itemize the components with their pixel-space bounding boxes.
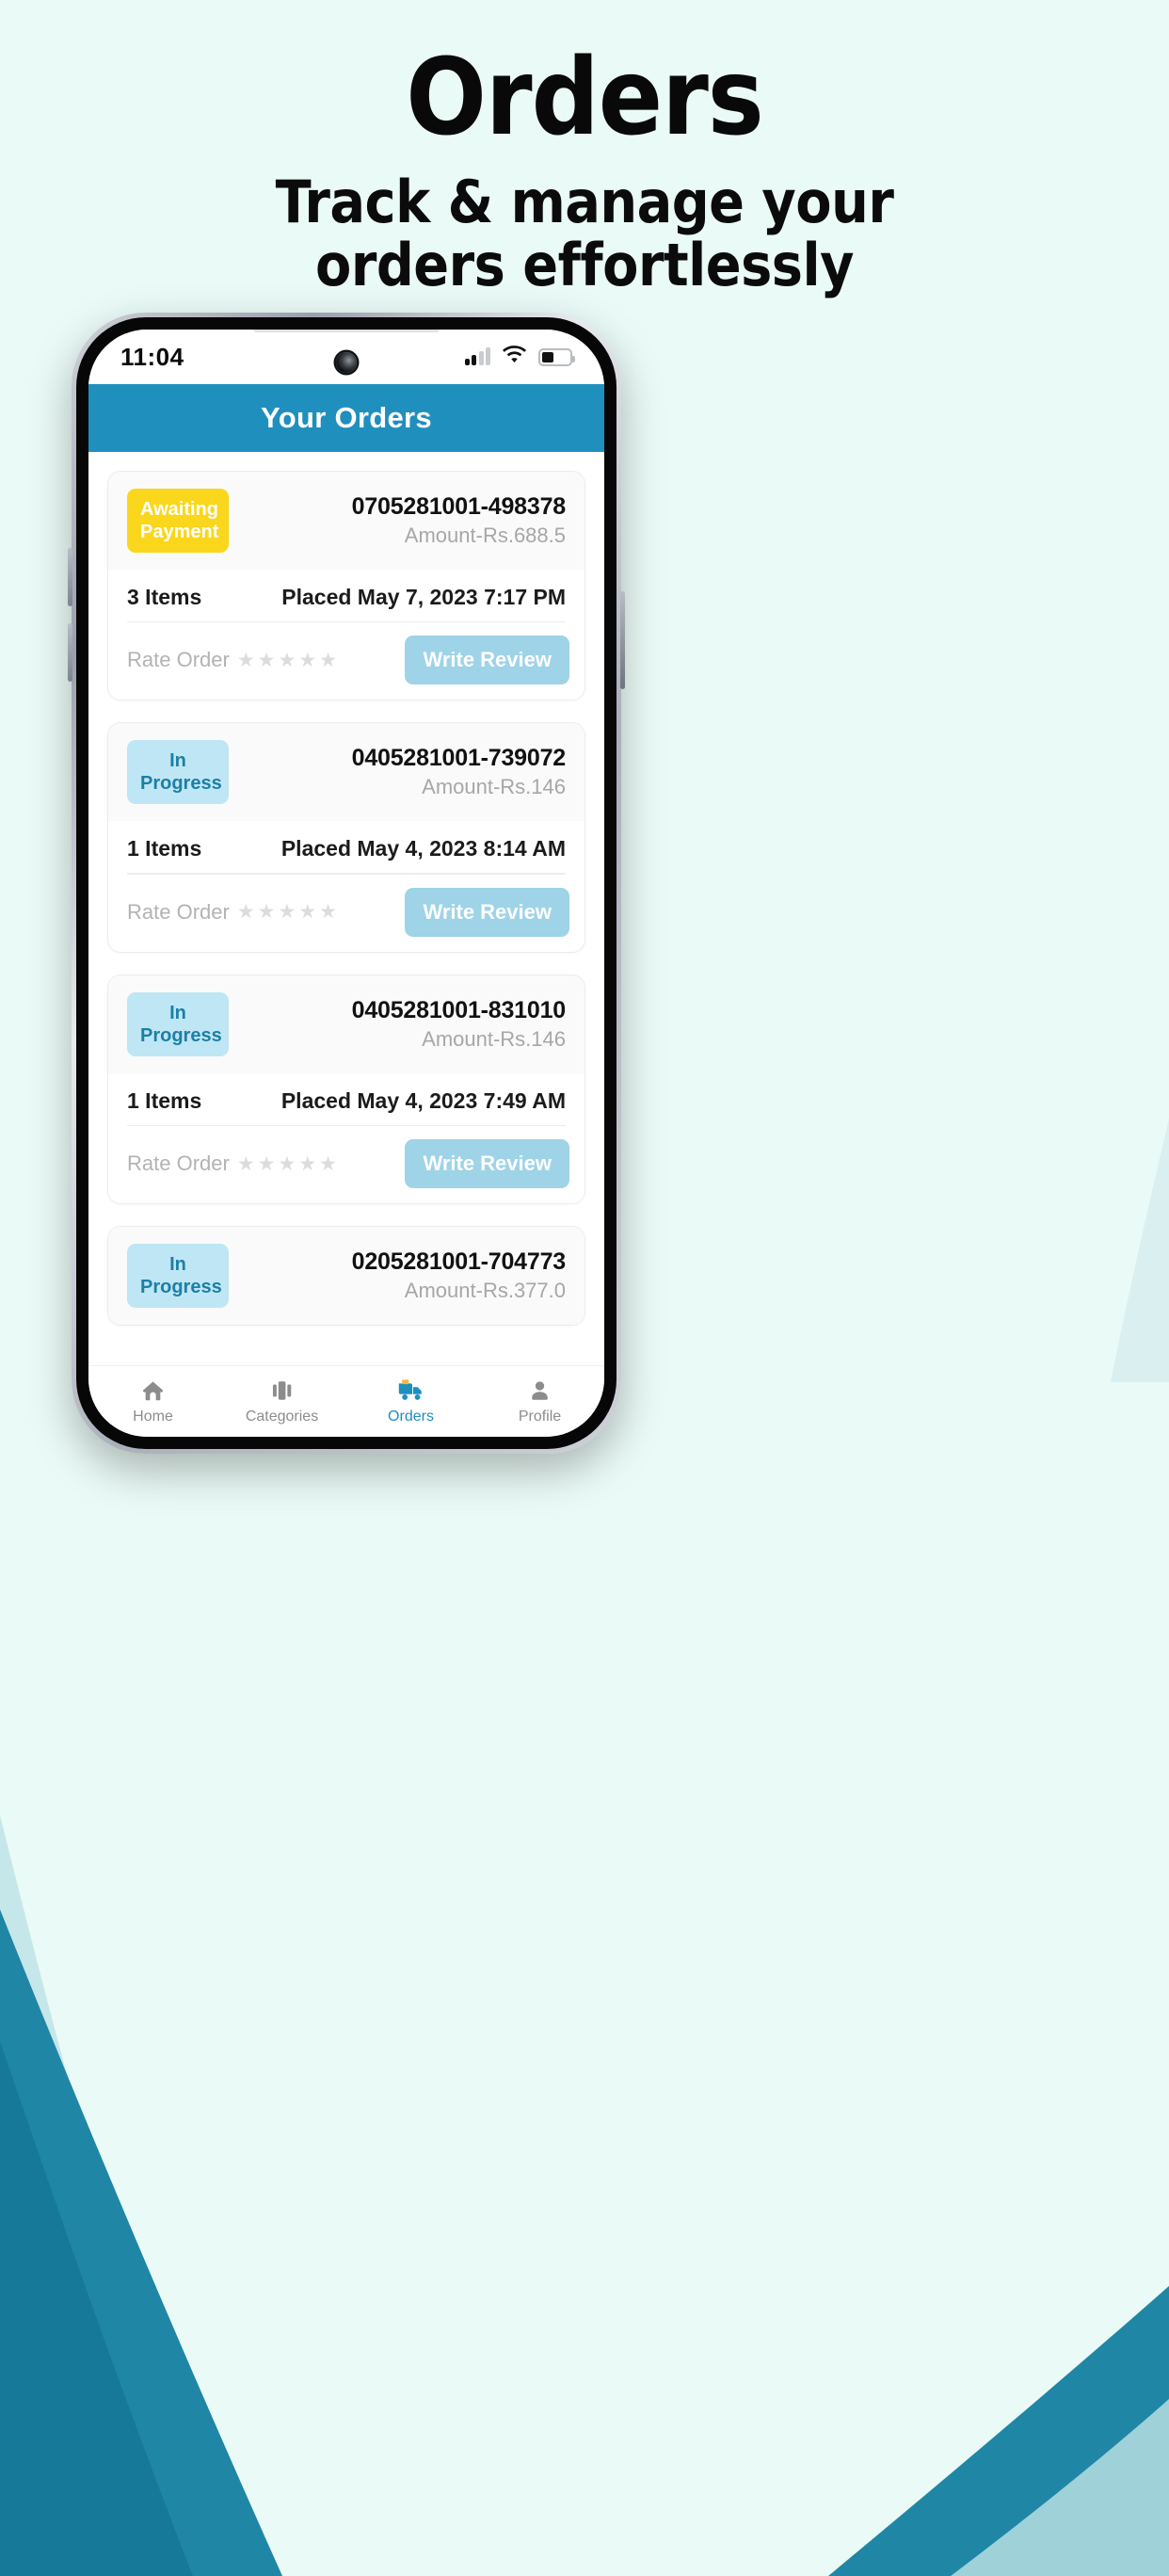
order-item-count: 1 Items bbox=[127, 1087, 202, 1113]
order-card-actions: Rate Order ★ ★ ★ ★ ★ Write Review bbox=[108, 875, 584, 952]
nav-item-home[interactable]: Home bbox=[88, 1377, 217, 1425]
nav-item-profile[interactable]: Profile bbox=[475, 1377, 604, 1425]
order-card-header: Awaiting Payment 0705281001-498378 Amount… bbox=[108, 472, 584, 570]
order-placed-date: Placed May 4, 2023 7:49 AM bbox=[280, 1087, 566, 1113]
promo-subtitle-line1: Track & manage your bbox=[275, 168, 894, 236]
phone-screen: 11:04 Your Orders Awaiting Payment 07052… bbox=[88, 330, 604, 1437]
rating-star[interactable]: ★ bbox=[298, 651, 316, 670]
order-number: 0405281001-831010 bbox=[351, 996, 567, 1023]
order-card[interactable]: Awaiting Payment 0705281001-498378 Amount… bbox=[107, 471, 585, 701]
order-item-count: 3 Items bbox=[127, 585, 202, 609]
rating-star[interactable]: ★ bbox=[298, 1154, 316, 1174]
categories-icon bbox=[269, 1377, 295, 1404]
status-badge: In Progress bbox=[127, 1244, 229, 1309]
order-card[interactable]: In Progress 0405281001-739072 Amount-Rs.… bbox=[107, 722, 585, 953]
order-card-meta: 3 Items Placed May 7, 2023 7:17 PM bbox=[108, 570, 584, 621]
order-placed-date: Placed May 7, 2023 7:17 PM bbox=[281, 585, 566, 609]
battery-icon bbox=[538, 347, 575, 366]
wifi-icon bbox=[503, 346, 526, 368]
rating-stars[interactable]: ★ ★ ★ ★ ★ bbox=[237, 651, 337, 670]
rate-order-label: Rate Order bbox=[127, 899, 230, 924]
order-amount: Amount-Rs.377.0 bbox=[404, 1279, 566, 1303]
status-bar-icons bbox=[464, 346, 575, 368]
earpiece-speaker bbox=[253, 330, 440, 332]
status-bar-time: 11:04 bbox=[120, 342, 184, 371]
page-title: Orders bbox=[406, 37, 764, 159]
status-badge: Awaiting Payment bbox=[127, 489, 229, 553]
nav-label-home: Home bbox=[133, 1409, 173, 1425]
rating-star[interactable]: ★ bbox=[278, 651, 296, 670]
bottom-navigation: Home Categories Orders Profile bbox=[88, 1365, 604, 1437]
signal-bars-icon bbox=[464, 347, 490, 365]
order-identity: 0405281001-739072 Amount-Rs.146 bbox=[351, 745, 567, 799]
status-bar: 11:04 bbox=[88, 330, 604, 384]
rating-star[interactable]: ★ bbox=[298, 902, 316, 922]
nav-item-categories[interactable]: Categories bbox=[217, 1377, 346, 1425]
orders-list[interactable]: Awaiting Payment 0705281001-498378 Amount… bbox=[88, 452, 604, 1365]
order-amount: Amount-Rs.146 bbox=[422, 775, 566, 799]
rating-stars[interactable]: ★ ★ ★ ★ ★ bbox=[237, 1154, 337, 1174]
rating-star[interactable]: ★ bbox=[258, 651, 276, 670]
nav-label-categories: Categories bbox=[245, 1409, 319, 1425]
order-number: 0705281001-498378 bbox=[351, 493, 567, 520]
promo-subtitle: Track & manage your orders effortlessly bbox=[0, 168, 1169, 299]
order-card-header: In Progress 0205281001-704773 Amount-Rs.… bbox=[108, 1227, 584, 1326]
order-identity: 0705281001-498378 Amount-Rs.688.5 bbox=[351, 493, 567, 548]
rating-star[interactable]: ★ bbox=[278, 1154, 296, 1174]
rating-star[interactable]: ★ bbox=[319, 902, 337, 922]
person-icon bbox=[527, 1377, 552, 1404]
front-camera-icon bbox=[336, 352, 357, 373]
rating-star[interactable]: ★ bbox=[237, 1154, 255, 1174]
order-card-header: In Progress 0405281001-831010 Amount-Rs.… bbox=[108, 974, 584, 1073]
nav-label-profile: Profile bbox=[518, 1409, 562, 1425]
status-badge: In Progress bbox=[127, 740, 229, 805]
write-review-button[interactable]: Write Review bbox=[405, 636, 569, 685]
phone-bezel: 11:04 Your Orders Awaiting Payment 07052… bbox=[76, 317, 617, 1449]
order-card-actions: Rate Order ★ ★ ★ ★ ★ Write Review bbox=[108, 622, 584, 700]
order-number: 0205281001-704773 bbox=[351, 1248, 567, 1276]
write-review-button[interactable]: Write Review bbox=[405, 1139, 569, 1189]
order-card-meta: 1 Items Placed May 4, 2023 8:14 AM bbox=[108, 821, 584, 873]
rate-order-label: Rate Order bbox=[127, 648, 230, 672]
rate-order-label: Rate Order bbox=[127, 1151, 230, 1176]
order-placed-date: Placed May 4, 2023 8:14 AM bbox=[280, 836, 566, 861]
truck-icon bbox=[397, 1377, 424, 1404]
order-card-actions: Rate Order ★ ★ ★ ★ ★ Write Review bbox=[108, 1126, 584, 1203]
order-card[interactable]: In Progress 0205281001-704773 Amount-Rs.… bbox=[107, 1226, 585, 1327]
order-card[interactable]: In Progress 0405281001-831010 Amount-Rs.… bbox=[107, 974, 585, 1205]
promo-heading: Orders Track & manage your orders effort… bbox=[0, 45, 1169, 298]
order-card-meta: 1 Items Placed May 4, 2023 7:49 AM bbox=[108, 1073, 584, 1125]
nav-item-orders[interactable]: Orders bbox=[346, 1377, 475, 1425]
rating-star[interactable]: ★ bbox=[237, 651, 255, 670]
power-button[interactable] bbox=[620, 591, 625, 689]
home-icon bbox=[140, 1377, 166, 1404]
order-number: 0405281001-739072 bbox=[351, 745, 567, 772]
volume-down-button[interactable] bbox=[68, 623, 72, 682]
write-review-button[interactable]: Write Review bbox=[405, 887, 569, 937]
order-amount: Amount-Rs.688.5 bbox=[404, 523, 566, 547]
phone-mockup: 11:04 Your Orders Awaiting Payment 07052… bbox=[68, 313, 1097, 1454]
order-identity: 0205281001-704773 Amount-Rs.377.0 bbox=[351, 1248, 567, 1303]
order-item-count: 1 Items bbox=[127, 836, 202, 861]
phone-frame: 11:04 Your Orders Awaiting Payment 07052… bbox=[68, 313, 625, 1454]
app-header: Your Orders bbox=[88, 384, 604, 452]
rating-star[interactable]: ★ bbox=[278, 902, 296, 922]
status-badge: In Progress bbox=[127, 991, 229, 1056]
order-amount: Amount-Rs.146 bbox=[422, 1026, 566, 1051]
app-header-title: Your Orders bbox=[261, 401, 432, 434]
nav-label-orders: Orders bbox=[388, 1409, 434, 1425]
order-card-header: In Progress 0405281001-739072 Amount-Rs.… bbox=[108, 723, 584, 822]
rating-stars[interactable]: ★ ★ ★ ★ ★ bbox=[237, 902, 337, 922]
rating-star[interactable]: ★ bbox=[258, 902, 276, 922]
rating-star[interactable]: ★ bbox=[319, 651, 337, 670]
promo-subtitle-line2: orders effortlessly bbox=[315, 230, 854, 299]
volume-up-button[interactable] bbox=[68, 548, 72, 606]
order-identity: 0405281001-831010 Amount-Rs.146 bbox=[351, 996, 567, 1052]
rating-star[interactable]: ★ bbox=[237, 902, 255, 922]
rating-star[interactable]: ★ bbox=[319, 1154, 337, 1174]
rating-star[interactable]: ★ bbox=[258, 1154, 276, 1174]
